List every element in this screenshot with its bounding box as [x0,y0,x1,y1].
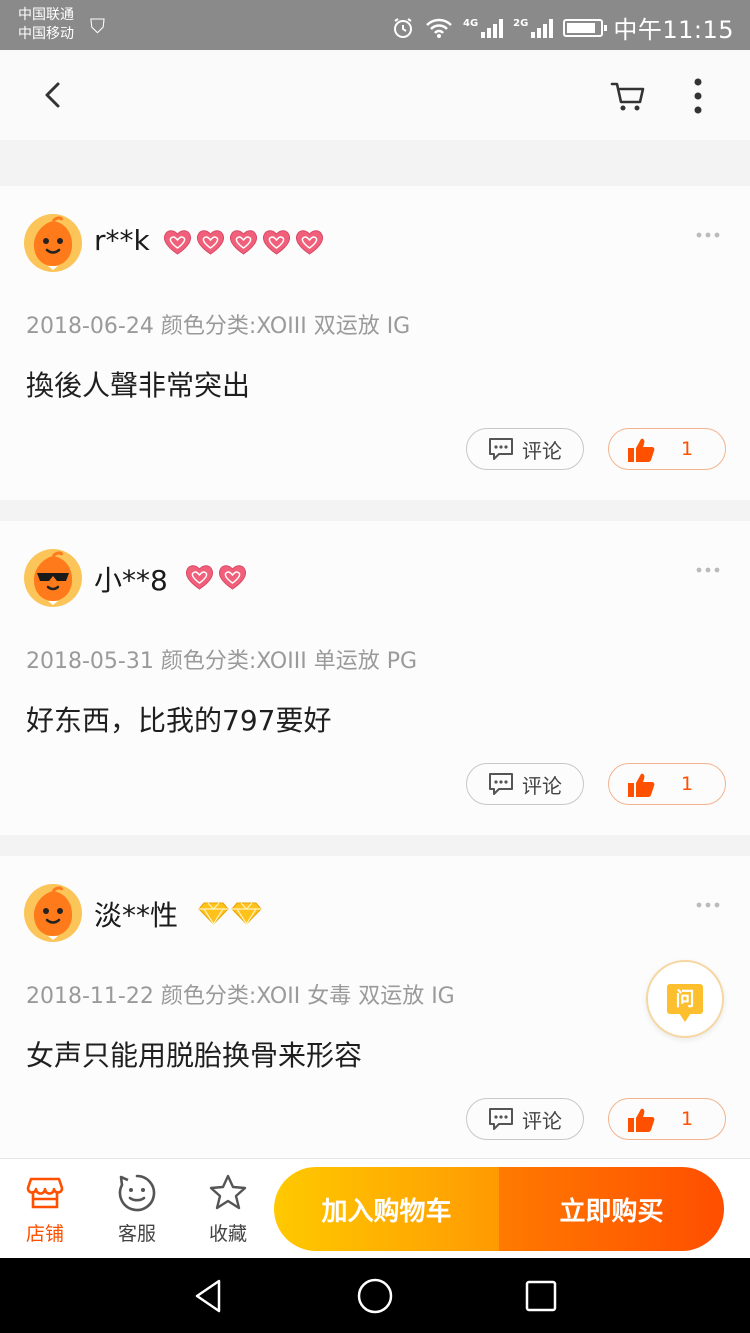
heart-badge-icon [261,228,292,256]
review-card: r**k 2018-06-24 颜色分类:XOIII 双运放 IG 換後人聲非常突出… [0,186,750,500]
comment-button[interactable]: 评论 [466,763,584,805]
comment-button[interactable]: 评论 [466,428,584,470]
comment-icon [489,773,513,795]
avatar[interactable] [24,214,82,272]
store-icon [26,1177,64,1209]
alarm-icon [393,17,412,38]
username[interactable]: 淡**性 [94,894,178,934]
avatar[interactable] [24,549,82,607]
network-type-1: 4G [462,17,479,29]
heart-badge-icon [162,228,193,256]
more-vertical-icon[interactable] [688,76,708,116]
review-card: 小**8 2018-05-31 颜色分类:XOIII 单运放 PG 好东西，比我的7… [0,521,750,835]
comment-icon [489,1108,513,1130]
carrier-2: 中国移动 [18,26,74,42]
signal-2g: 2G [513,17,554,38]
like-count: 1 [681,438,694,460]
user-level-badges [198,898,262,926]
cart-icon[interactable] [608,76,648,116]
more-horizontal-icon[interactable] [696,230,720,240]
comment-label: 评论 [522,773,562,798]
clock: 中午11:15 [613,16,734,44]
service-button[interactable]: 客服 [102,1173,172,1249]
heart-badge-icon [184,563,215,591]
heart-badge-icon [195,228,226,256]
add-to-cart-button[interactable]: 加入购物车 [274,1167,499,1251]
system-navigation-bar [0,1258,750,1333]
thumbs-up-icon [628,773,655,797]
like-button[interactable]: 1 [608,428,726,470]
review-meta: 2018-06-24 颜色分类:XOIII 双运放 IG [26,314,411,339]
nav-home-icon[interactable] [355,1276,395,1316]
shop-label: 店铺 [25,1223,64,1245]
heart-badge-icon [217,563,248,591]
comment-label: 评论 [522,438,562,463]
review-text: 好东西，比我的797要好 [26,704,332,737]
sim-card-icon: ⛉ [90,14,105,38]
service-label: 客服 [117,1223,156,1245]
review-text: 女声只能用脱胎换骨来形容 [26,1039,363,1072]
status-indicators: 4G 2G 中午11:15 [391,10,734,45]
battery-icon [563,18,608,37]
buy-now-button[interactable]: 立即购买 [499,1167,724,1251]
user-level-badges [184,563,248,591]
like-button[interactable]: 1 [608,1098,726,1140]
more-horizontal-icon[interactable] [696,900,720,910]
comment-label: 评论 [522,1108,562,1133]
back-icon[interactable] [36,78,70,112]
signal-4g: 4G [462,17,504,38]
favorite-button[interactable]: 收藏 [193,1173,263,1249]
username[interactable]: 小**8 [94,559,168,599]
like-button[interactable]: 1 [608,763,726,805]
wifi-icon [426,18,452,38]
status-bar: 中国联通 中国移动 ⛉ 4G 2G 中午11:15 [0,0,750,50]
review-card: 淡**性 2018-11-22 颜色分类:XOII 女毒 双运放 IG 女声只能用脱… [0,856,750,1170]
more-horizontal-icon[interactable] [696,565,720,575]
bottom-action-bar: 店铺 客服 收藏 加入购物车 立即购买 [0,1158,750,1258]
carrier-1: 中国联通 [18,7,74,23]
thumbs-up-icon [628,438,655,462]
user-level-badges [162,228,325,256]
ask-question-button[interactable]: 问 [646,960,724,1038]
thumbs-up-icon [628,1108,655,1132]
network-type-2: 2G [513,17,529,29]
star-icon [209,1174,247,1210]
review-meta: 2018-11-22 颜色分类:XOII 女毒 双运放 IG [26,984,455,1009]
service-smile-icon [118,1174,156,1212]
heart-badge-icon [228,228,259,256]
nav-recents-icon[interactable] [521,1276,561,1316]
review-meta: 2018-05-31 颜色分类:XOIII 单运放 PG [26,649,418,674]
purchase-buttons: 加入购物车 立即购买 [274,1167,724,1251]
carrier-labels: 中国联通 中国移动 [18,6,74,44]
ask-bubble-icon: 问 [667,984,703,1022]
review-text: 換後人聲非常突出 [26,369,251,402]
comment-icon [489,438,513,460]
avatar[interactable] [24,884,82,942]
like-count: 1 [681,1108,694,1130]
top-navigation-bar [0,50,750,140]
favorite-label: 收藏 [208,1223,247,1245]
nav-back-icon[interactable] [189,1276,229,1316]
shop-button[interactable]: 店铺 [10,1173,80,1249]
diamond-badge-icon [198,898,229,926]
username[interactable]: r**k [94,224,150,257]
heart-badge-icon [294,228,325,256]
like-count: 1 [681,773,694,795]
comment-button[interactable]: 评论 [466,1098,584,1140]
diamond-badge-icon [231,898,262,926]
